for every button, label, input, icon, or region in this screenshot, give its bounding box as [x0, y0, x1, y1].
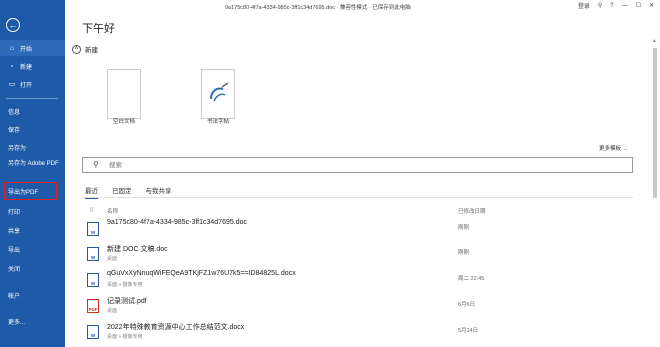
- word-file-icon: W: [87, 273, 99, 287]
- file-date: 刚刚: [458, 225, 470, 231]
- column-header-name[interactable]: 名称: [107, 207, 118, 215]
- scrollbar-thumb[interactable]: [653, 48, 657, 198]
- file-path: 桌面: [107, 308, 118, 314]
- home-icon: ⌂: [9, 44, 15, 52]
- sidebar-item-label: 保存: [8, 127, 21, 134]
- section-label: 新建: [85, 47, 98, 54]
- title-bar: 9a175c80-4f7a-4334-985c-3ff1c34d7695.doc…: [65, 0, 660, 12]
- person-icon[interactable]: ⚲: [598, 2, 602, 9]
- page-title: 下午好: [82, 23, 115, 35]
- column-header-date[interactable]: 已修改日期: [458, 207, 486, 215]
- sidebar-item-save[interactable]: 保存: [0, 121, 65, 137]
- file-path: 桌面 » 摄像专用: [107, 334, 143, 340]
- file-row[interactable]: W 9a175c80-4f7a-4334-985c-3ff1c34d7695.d…: [82, 219, 633, 241]
- sidebar-item-label: 开始: [20, 46, 33, 53]
- file-row[interactable]: W 新建 DOC 文稿.doc 桌面 刚刚: [82, 244, 633, 266]
- template-calligraphy[interactable]: [201, 69, 235, 119]
- file-name: 9a175c80-4f7a-4334-985c-3ff1c34d7695.doc: [107, 219, 247, 226]
- file-path: 桌面 » 摄像专用: [107, 282, 143, 288]
- sidebar-item-open[interactable]: ▭ 打开: [0, 76, 65, 92]
- file-name: 2022年特殊教育资源中心工作总结范文.docx: [107, 324, 245, 331]
- sidebar-item-label: 共享: [8, 228, 21, 235]
- file-path: 桌面: [107, 256, 118, 262]
- sidebar-item-label: 另存为 Adobe PDF: [8, 161, 59, 167]
- word-file-icon: W: [87, 325, 99, 339]
- sidebar-item-account[interactable]: 帐户: [0, 287, 65, 303]
- sidebar-item-new[interactable]: ▫ 新建: [0, 58, 65, 74]
- sidebar-item-print[interactable]: 打印: [0, 203, 65, 219]
- help-icon[interactable]: ?: [610, 3, 613, 9]
- sidebar-item-share[interactable]: 共享: [0, 222, 65, 238]
- maximize-icon[interactable]: ☐: [636, 2, 641, 9]
- sidebar-item-label: 打开: [20, 82, 33, 89]
- close-icon[interactable]: ✕: [649, 2, 654, 9]
- sidebar-item-label: 更多...: [8, 319, 26, 326]
- signin-link[interactable]: 登录: [578, 1, 590, 10]
- search-input[interactable]: [109, 161, 409, 170]
- file-name: 记录测试.pdf: [107, 298, 147, 305]
- sidebar-divider: [6, 98, 58, 99]
- window-title: 9a175c80-4f7a-4334-985c-3ff1c34d7695.doc…: [225, 5, 411, 11]
- folder-icon: ▭: [8, 81, 16, 88]
- sidebar-item-close[interactable]: 关闭: [0, 260, 65, 276]
- vertical-scrollbar[interactable]: ▲: [652, 38, 658, 338]
- sidebar-item-label: 新建: [20, 64, 33, 71]
- file-date: 6月6日: [458, 302, 476, 308]
- document-type-icon: ▯: [90, 207, 94, 213]
- word-file-icon: W: [87, 247, 99, 261]
- template-label: 书法字帖: [207, 119, 230, 125]
- more-templates-link[interactable]: 更多模板 →: [599, 144, 628, 152]
- file-row[interactable]: W 2022年特殊教育资源中心工作总结范文.docx 桌面 » 摄像专用 5月1…: [82, 322, 633, 344]
- sidebar-item-more[interactable]: 更多...: [0, 313, 65, 329]
- back-arrow-icon[interactable]: ←: [6, 18, 20, 32]
- scroll-up-icon[interactable]: ▲: [652, 38, 657, 44]
- sidebar-item-label: 关闭: [8, 266, 21, 273]
- file-date: 刚刚: [458, 250, 470, 256]
- title-bar-controls: 登录 ⚲ ? — ☐ ✕: [578, 1, 654, 11]
- sidebar-item-label: 打印: [8, 209, 21, 216]
- sidebar-item-label: 导出: [8, 247, 21, 254]
- template-label: 空白文档: [113, 119, 136, 125]
- word-file-icon: W: [87, 222, 99, 236]
- search-icon: ⚲: [93, 160, 99, 169]
- search-box[interactable]: ⚲: [82, 157, 633, 173]
- sidebar-item-save-as-adobe-pdf[interactable]: 另存为 Adobe PDF: [0, 158, 60, 180]
- new-section-header[interactable]: ˄ 新建: [72, 44, 98, 54]
- file-date: 周二 22:45: [458, 276, 485, 282]
- file-row[interactable]: PDF 记录测试.pdf 桌面 6月6日: [82, 296, 633, 318]
- sidebar-item-label: 另存为: [8, 145, 27, 152]
- file-row[interactable]: W qGuVxXyNnuqWiFEQeA9TKjFZ1w76U7k5==ID84…: [82, 270, 633, 292]
- sidebar-item-export[interactable]: 导出: [0, 241, 65, 257]
- template-blank-document[interactable]: [107, 69, 141, 119]
- chevron-up-icon[interactable]: ˄: [72, 44, 81, 54]
- file-date: 5月14日: [458, 328, 479, 334]
- file-name: qGuVxXyNnuqWiFEQeA9TKjFZ1w76U7k5==ID8482…: [107, 270, 296, 277]
- file-name: 新建 DOC 文稿.doc: [107, 246, 168, 253]
- backstage-sidebar: ← ⌂ 开始 ▫ 新建 ▭ 打开 信息 保存 另存为 另存为 Adobe PDF…: [0, 0, 65, 347]
- sidebar-item-save-as[interactable]: 另存为: [0, 139, 65, 155]
- sidebar-item-info[interactable]: 信息: [0, 103, 65, 119]
- calligraphy-icon: [210, 82, 229, 102]
- minimize-icon[interactable]: —: [622, 3, 628, 9]
- sidebar-item-label: 帐户: [8, 293, 21, 300]
- tabs-divider: [82, 197, 633, 198]
- highlight-annotation: [4, 182, 57, 200]
- sidebar-item-home[interactable]: ⌂ 开始: [0, 40, 65, 56]
- sidebar-item-label: 信息: [8, 109, 21, 116]
- new-doc-icon: ▫: [10, 62, 14, 70]
- pdf-file-icon: PDF: [87, 299, 99, 313]
